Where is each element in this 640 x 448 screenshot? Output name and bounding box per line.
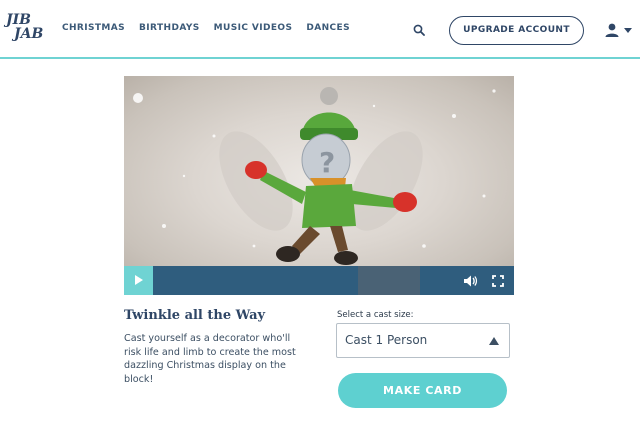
cast-size-value: Cast 1 Person [345, 333, 428, 347]
volume-icon[interactable] [462, 273, 478, 289]
video-controls [124, 266, 514, 295]
user-icon [605, 23, 619, 37]
video-player[interactable]: ? [124, 76, 514, 295]
cast-size-select[interactable]: Cast 1 Person [336, 323, 510, 358]
jibjab-logo[interactable]: JIB JAB [6, 13, 50, 47]
logo-line-1: JIB [6, 12, 32, 28]
header-divider [0, 57, 640, 59]
fullscreen-icon[interactable] [490, 273, 506, 289]
cast-size-label: Select a cast size: [337, 310, 414, 320]
snow-angel-character-image: ? [133, 87, 496, 265]
nav-birthdays[interactable]: BIRTHDAYS [139, 23, 200, 33]
logo-text: JIB JAB [6, 13, 50, 41]
logo-line-2: JAB [14, 26, 44, 42]
play-icon [135, 275, 143, 285]
nav-christmas[interactable]: CHRISTMAS [62, 23, 125, 33]
main-nav: CHRISTMAS BIRTHDAYS MUSIC VIDEOS DANCES [62, 23, 350, 33]
nav-dances[interactable]: DANCES [306, 23, 350, 33]
account-menu-button[interactable] [600, 20, 636, 42]
site-header: JIB JAB CHRISTMAS BIRTHDAYS MUSIC VIDEOS… [0, 0, 640, 59]
chevron-up-icon [489, 337, 499, 345]
nav-music-videos[interactable]: MUSIC VIDEOS [214, 23, 293, 33]
search-icon [413, 24, 425, 36]
upgrade-account-button[interactable]: UPGRADE ACCOUNT [449, 16, 584, 45]
search-button[interactable] [406, 17, 432, 43]
svg-text:?: ? [319, 146, 335, 179]
chevron-down-icon [624, 28, 632, 33]
video-preview[interactable]: ? [124, 76, 514, 266]
play-button[interactable] [124, 266, 153, 295]
card-title: Twinkle all the Way [124, 308, 266, 323]
card-description: Cast yourself as a decorator who'll risk… [124, 333, 296, 385]
buffer-bar[interactable] [358, 266, 420, 295]
make-card-button[interactable]: MAKE CARD [338, 373, 507, 408]
